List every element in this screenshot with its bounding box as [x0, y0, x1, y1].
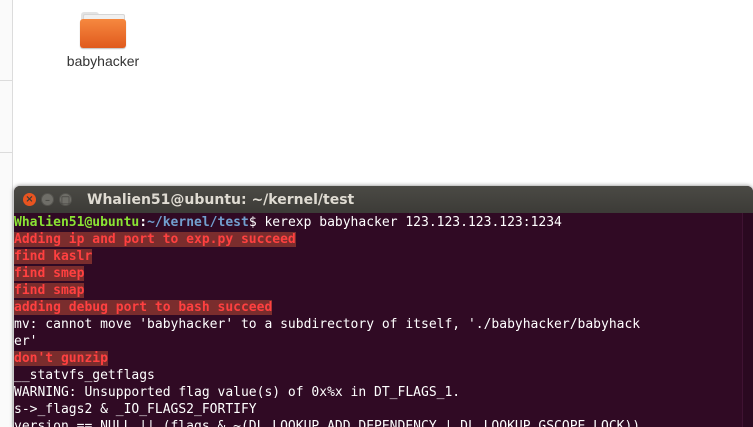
- output-line: __statvfs_getflags: [14, 368, 155, 383]
- desktop-folder-babyhacker[interactable]: babyhacker: [58, 10, 148, 69]
- output-line: mv: cannot move 'babyhacker' to a subdir…: [14, 317, 641, 332]
- output-line: s->_flags2 & _IO_FLAGS2_FORTIFY: [14, 402, 257, 417]
- output-line: find smep: [14, 265, 753, 282]
- terminal-scrollbar[interactable]: [742, 213, 753, 427]
- window-titlebar[interactable]: × – □ Whalien51@ubuntu: ~/kernel/test: [14, 186, 753, 213]
- prompt-symbol: $: [248, 215, 265, 230]
- left-panel-edge: [0, 0, 13, 427]
- desktop: babyhacker × – □ Whalien51@ubuntu: ~/ker…: [0, 0, 753, 427]
- output-line: version == NULL || (flags & ~(DL_LOOKUP_…: [14, 419, 641, 427]
- maximize-button[interactable]: □: [59, 193, 72, 206]
- prompt-path: ~/kernel/test: [147, 215, 249, 230]
- success-message: find smap: [14, 283, 85, 298]
- panel-divider: [0, 152, 12, 153]
- output-line: er': [14, 334, 38, 349]
- output-line: find smap: [14, 282, 753, 299]
- desktop-icon-label: babyhacker: [66, 53, 140, 69]
- output-line: find kaslr: [14, 248, 753, 265]
- output-line: adding debug port to bash succeed: [14, 299, 753, 316]
- prompt-line: Whalien51@ubuntu:~/kernel/test$ kerexp b…: [14, 214, 753, 231]
- success-message: adding debug port to bash succeed: [14, 300, 273, 315]
- folder-icon: [80, 10, 126, 48]
- window-title: Whalien51@ubuntu: ~/kernel/test: [87, 192, 355, 208]
- output-line: don't gunzip: [14, 350, 753, 367]
- panel-divider: [0, 80, 12, 81]
- terminal-window[interactable]: × – □ Whalien51@ubuntu: ~/kernel/test Wh…: [14, 186, 753, 427]
- minimize-button[interactable]: –: [41, 193, 54, 206]
- success-message: find kaslr: [14, 249, 93, 264]
- prompt-user: Whalien51@ubuntu: [14, 215, 140, 230]
- terminal-output[interactable]: Whalien51@ubuntu:~/kernel/test$ kerexp b…: [14, 213, 753, 427]
- success-message: find smep: [14, 266, 85, 281]
- success-message: Adding ip and port to exp.py succeed: [14, 232, 296, 247]
- close-button[interactable]: ×: [23, 193, 36, 206]
- prompt-command: kerexp babyhacker 123.123.123.123:1234: [264, 215, 562, 230]
- prompt-separator: :: [139, 215, 148, 230]
- output-line: Adding ip and port to exp.py succeed: [14, 231, 753, 248]
- success-message: don't gunzip: [14, 351, 108, 366]
- output-line: WARNING: Unsupported flag value(s) of 0x…: [14, 385, 461, 400]
